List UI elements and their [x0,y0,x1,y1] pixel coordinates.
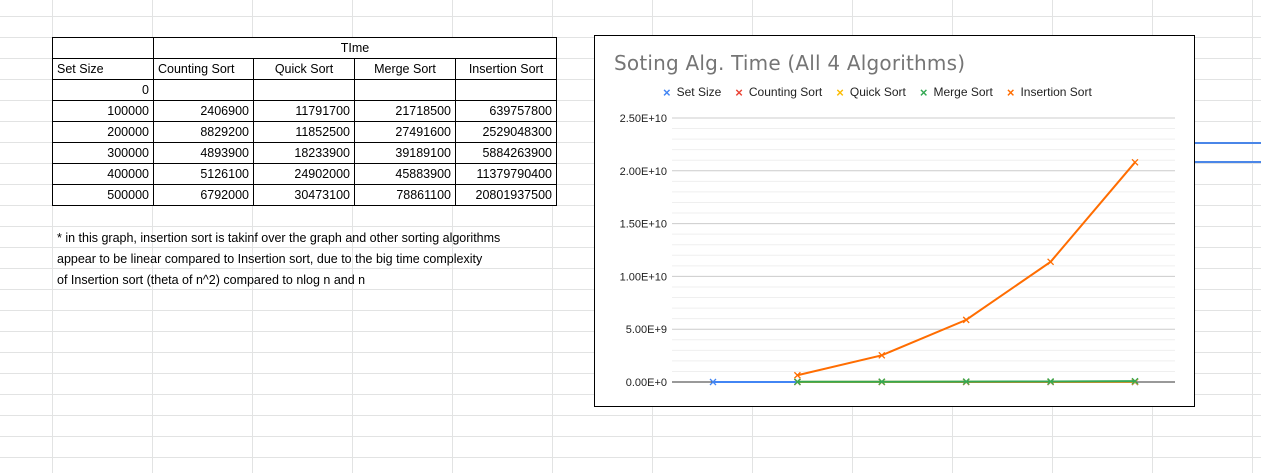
table-cell[interactable]: 11379790400 [455,163,557,185]
table-cell[interactable]: 30473100 [253,184,355,206]
table-cell[interactable]: 8829200 [153,121,254,143]
series-line [797,161,1136,377]
table-cell[interactable]: 2529048300 [455,121,557,143]
table-cell[interactable]: 11791700 [253,100,355,122]
column-header[interactable]: Set Size [52,58,154,80]
y-tick-label: 0.00E+0 [626,377,667,389]
chart-plot-area: 0.00E+0 5.00E+9 1.00E+10 1.50E+10 2.00E+10 2.… [620,113,1175,389]
table-cell[interactable]: 27491600 [354,121,456,143]
column-header[interactable]: Merge Sort [354,58,456,80]
table-cell[interactable]: 11852500 [253,121,355,143]
y-tick-label: 1.00E+10 [620,271,667,283]
table-cell[interactable]: 21718500 [354,100,456,122]
table-cell[interactable]: 4893900 [153,142,254,164]
column-header[interactable]: Insertion Sort [455,58,557,80]
y-tick-label: 5.00E+9 [626,324,667,336]
note-line: appear to be linear compared to Insertio… [57,252,483,266]
table-cell[interactable]: 5126100 [153,163,254,185]
table-cell[interactable]: 200000 [52,121,154,143]
note-text[interactable]: * in this graph, insertion sort is takin… [57,228,500,291]
table-cell[interactable]: 24902000 [253,163,355,185]
table-cell[interactable]: 18233900 [253,142,355,164]
table-row: 400000 5126100 24902000 45883900 1137979… [52,163,557,185]
table-cell[interactable] [52,37,154,59]
table-cell[interactable]: 100000 [52,100,154,122]
y-tick-label: 1.50E+10 [620,219,667,231]
table-header-row: Set Size Counting Sort Quick Sort Merge … [52,58,557,80]
table-row: 0 [52,79,557,101]
table-cell[interactable]: 39189100 [354,142,456,164]
table-cell[interactable] [455,79,557,101]
data-table: TIme Set Size Counting Sort Quick Sort M… [52,37,557,206]
table-row: 300000 4893900 18233900 39189100 5884263… [52,142,557,164]
note-line: * in this graph, insertion sort is takin… [57,231,501,245]
table-cell[interactable]: 0 [52,79,154,101]
table-cell[interactable]: 78861100 [354,184,456,206]
table-cell[interactable]: 639757800 [455,100,557,122]
table-row: 200000 8829200 11852500 27491600 2529048… [52,121,557,143]
table-cell[interactable]: 2406900 [153,100,254,122]
table-cell[interactable]: 20801937500 [455,184,557,206]
selection-line [1195,161,1261,163]
table-cell[interactable]: 300000 [52,142,154,164]
table-cell[interactable]: 6792000 [153,184,254,206]
table-row: 100000 2406900 11791700 21718500 6397578… [52,100,557,122]
selection-line [1195,142,1261,144]
table-cell[interactable]: 400000 [52,163,154,185]
line-chart[interactable]: Soting Alg. Time (All 4 Algorithms) × Set… [594,35,1195,407]
y-tick-label: 2.00E+10 [620,166,667,178]
y-tick-label: 2.50E+10 [620,113,667,125]
data-point-marker [1047,258,1055,266]
time-header[interactable]: TIme [153,37,557,59]
column-header[interactable]: Quick Sort [253,58,355,80]
column-header[interactable]: Counting Sort [153,58,254,80]
table-row: 500000 6792000 30473100 78861100 2080193… [52,184,557,206]
table-cell[interactable]: 45883900 [354,163,456,185]
table-header-group-row: TIme [52,37,557,59]
table-cell[interactable] [153,79,254,101]
table-cell[interactable] [354,79,456,101]
table-cell[interactable]: 500000 [52,184,154,206]
table-cell[interactable]: 5884263900 [455,142,557,164]
note-line: of Insertion sort (theta of n^2) compare… [57,273,366,287]
table-cell[interactable] [253,79,355,101]
